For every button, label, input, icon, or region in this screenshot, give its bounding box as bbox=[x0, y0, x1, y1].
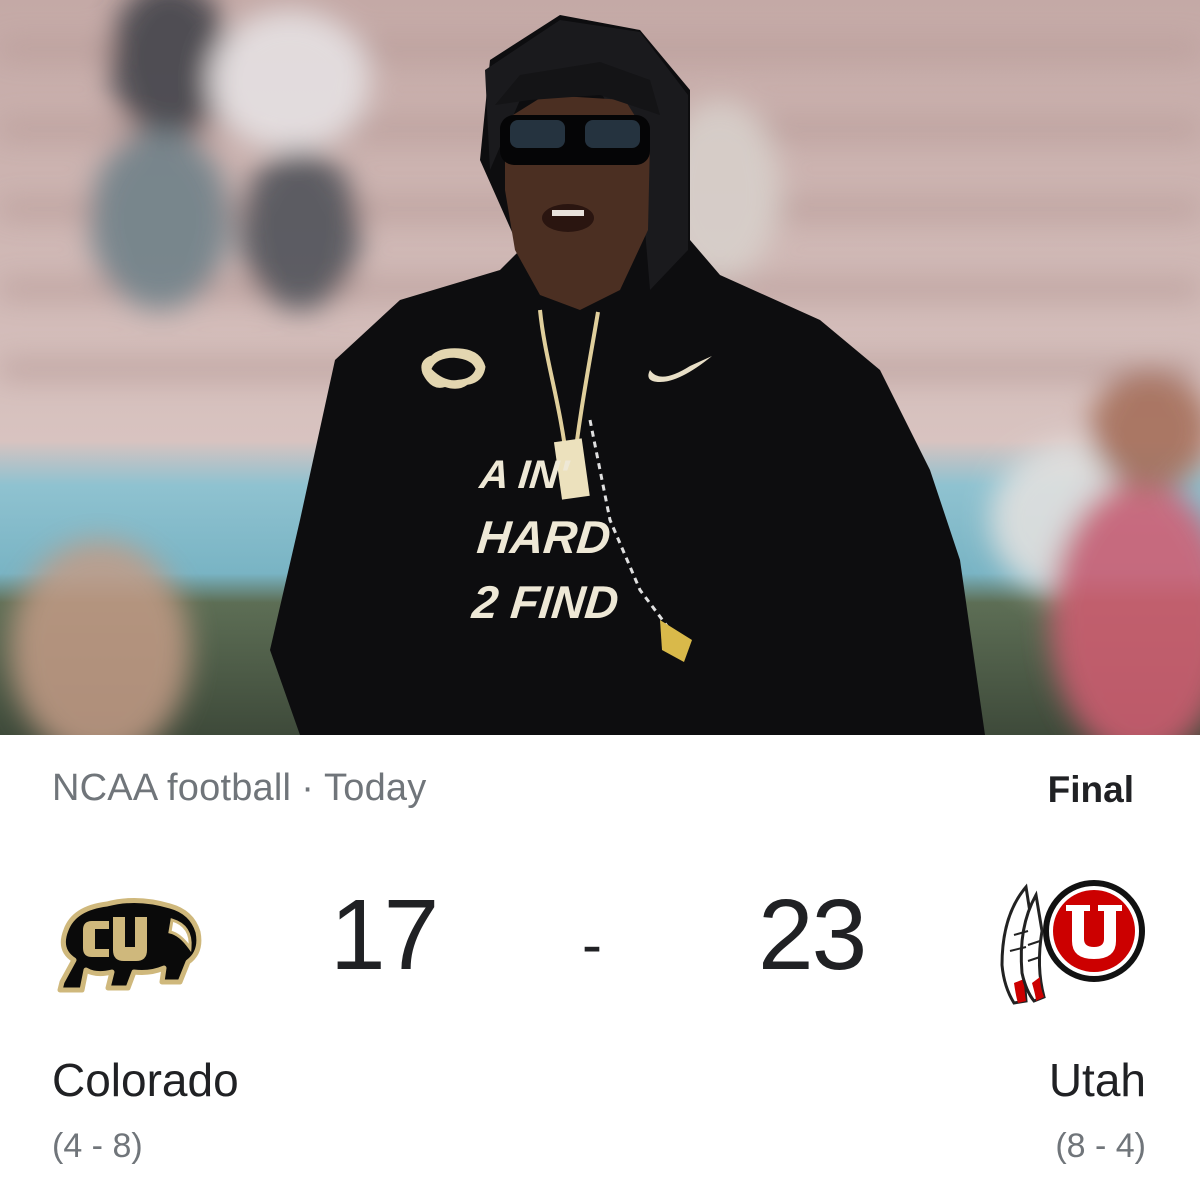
shirt-line-3: 2 FIND bbox=[469, 576, 621, 628]
score-separator: - bbox=[582, 911, 602, 978]
away-team-record: (8 - 4) bbox=[1055, 1127, 1146, 1165]
game-meta: NCAA football · Today bbox=[52, 767, 426, 810]
game-date: Today bbox=[324, 767, 427, 809]
meta-separator: · bbox=[301, 767, 315, 809]
home-team-name[interactable]: Colorado bbox=[52, 1053, 239, 1107]
hero-photo: A IN' HARD 2 FIND bbox=[0, 0, 1200, 735]
league-label: NCAA football bbox=[52, 767, 292, 809]
utah-logo-icon[interactable] bbox=[992, 875, 1152, 1015]
away-score: 23 bbox=[758, 879, 867, 991]
game-status: Final bbox=[1047, 769, 1134, 810]
coach-photo: A IN' HARD 2 FIND bbox=[0, 0, 1200, 735]
home-score: 17 bbox=[330, 879, 439, 991]
shirt-line-2: HARD bbox=[475, 511, 613, 563]
away-team-name[interactable]: Utah bbox=[1049, 1053, 1146, 1107]
shirt-line-1: A IN' bbox=[477, 453, 572, 497]
colorado-logo-icon[interactable] bbox=[52, 890, 202, 1000]
score-card[interactable]: NCAA football · Today Final 17 - 23 Colo… bbox=[0, 735, 1200, 1200]
home-team-record: (4 - 8) bbox=[52, 1127, 143, 1165]
